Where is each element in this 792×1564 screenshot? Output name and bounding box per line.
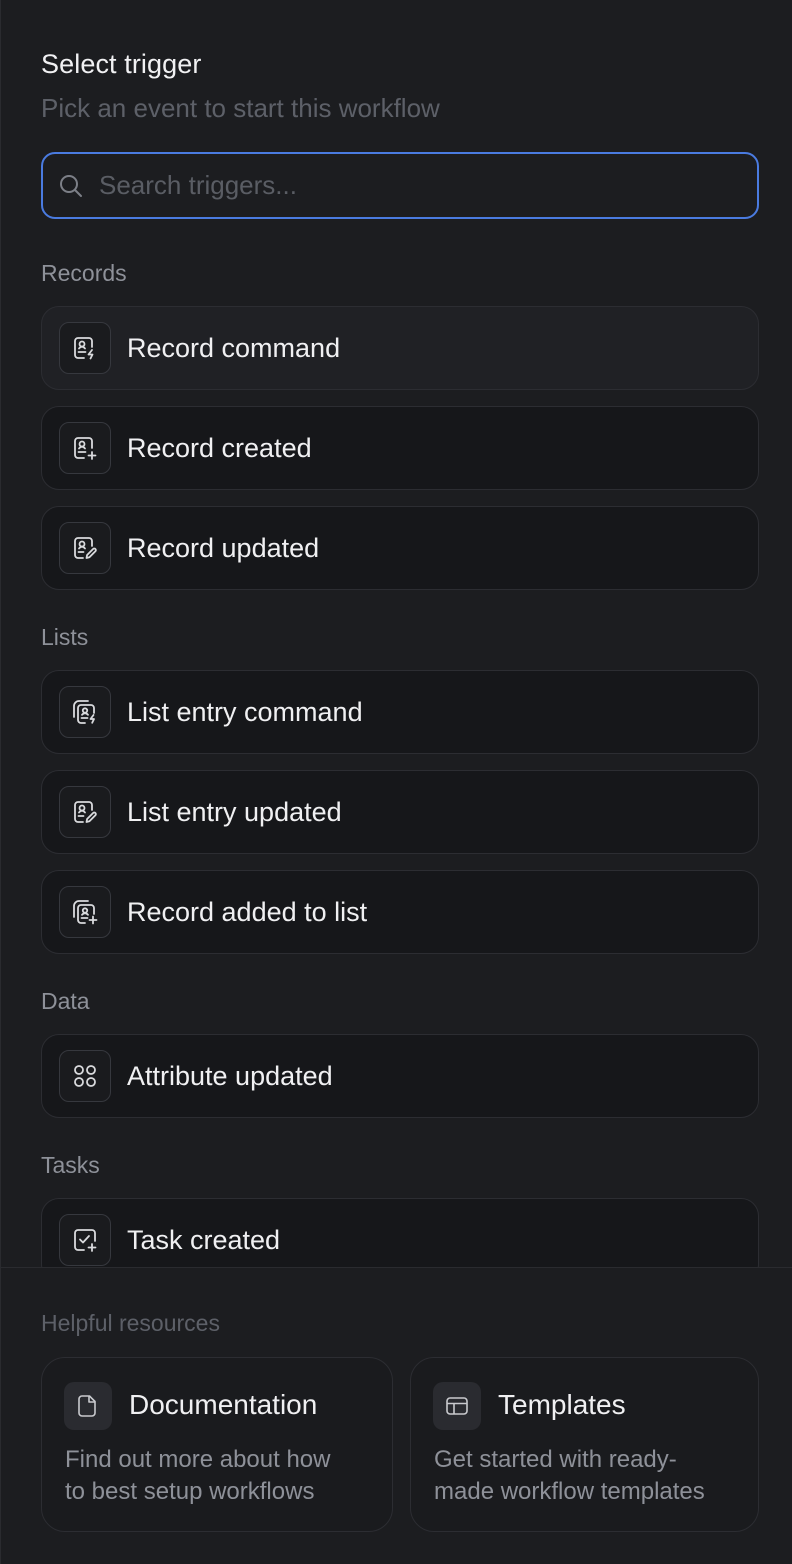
section-label-tasks: Tasks: [41, 1152, 100, 1178]
documentation-card[interactable]: Documentation Find out more about how to…: [41, 1357, 393, 1532]
helpful-resources-label: Helpful resources: [41, 1310, 220, 1336]
record-added-to-list-icon: [59, 886, 111, 938]
trigger-item-label: Record command: [127, 332, 341, 363]
attributes-icon: [59, 1050, 111, 1102]
section-label-lists: Lists: [41, 624, 89, 650]
list-entry-command-icon: [59, 686, 111, 738]
list-entry-updated-icon: [59, 786, 111, 838]
trigger-item-task-created[interactable]: Task created: [41, 1198, 759, 1267]
search-box[interactable]: [41, 152, 759, 219]
page-subtitle: Pick an event to start this workflow: [41, 93, 440, 123]
documentation-description-line: to best setup workflows: [65, 1478, 315, 1505]
templates-title: Templates: [498, 1389, 626, 1420]
header: Select trigger Pick an event to start th…: [41, 44, 440, 128]
trigger-item-label: Record added to list: [127, 896, 368, 927]
trigger-item-record-added-to-list[interactable]: Record added to list: [41, 870, 759, 954]
search-icon: [57, 172, 85, 200]
search-input[interactable]: [99, 170, 699, 201]
trigger-item-label: Record created: [127, 432, 312, 463]
trigger-item-record-created[interactable]: Record created: [41, 406, 759, 490]
page-title: Select trigger: [41, 49, 202, 79]
trigger-list-scroll-area[interactable]: Select trigger Pick an event to start th…: [1, 0, 792, 1267]
trigger-panel: Select trigger Pick an event to start th…: [0, 0, 792, 1564]
trigger-item-attribute-updated[interactable]: Attribute updated: [41, 1034, 759, 1118]
trigger-item-record-command[interactable]: Record command: [41, 306, 759, 390]
record-command-icon: [59, 322, 111, 374]
template-icon: [433, 1382, 481, 1430]
templates-description-line: made workflow templates: [434, 1478, 705, 1505]
trigger-item-label: Record updated: [127, 532, 320, 563]
documentation-description: Find out more about how to best setup wo…: [65, 1444, 331, 1508]
task-created-icon: [59, 1214, 111, 1266]
trigger-item-list-entry-updated[interactable]: List entry updated: [41, 770, 759, 854]
trigger-item-label: Task created: [127, 1224, 281, 1255]
templates-card[interactable]: Templates Get started with ready- made w…: [410, 1357, 759, 1532]
record-updated-icon: [59, 522, 111, 574]
documentation-title: Documentation: [129, 1389, 318, 1420]
section-label-data: Data: [41, 988, 90, 1014]
templates-description: Get started with ready- made workflow te…: [434, 1444, 705, 1508]
trigger-item-label: List entry command: [127, 696, 363, 727]
document-icon: [64, 1382, 112, 1430]
trigger-item-label: Attribute updated: [127, 1060, 333, 1091]
record-created-icon: [59, 422, 111, 474]
templates-description-line: Get started with ready-: [434, 1446, 677, 1473]
section-label-records: Records: [41, 260, 127, 286]
trigger-item-list-entry-command[interactable]: List entry command: [41, 670, 759, 754]
documentation-description-line: Find out more about how: [65, 1446, 331, 1473]
trigger-item-record-updated[interactable]: Record updated: [41, 506, 759, 590]
trigger-item-label: List entry updated: [127, 796, 342, 827]
helpful-resources-footer: Helpful resources Documentation Find out…: [1, 1267, 792, 1564]
